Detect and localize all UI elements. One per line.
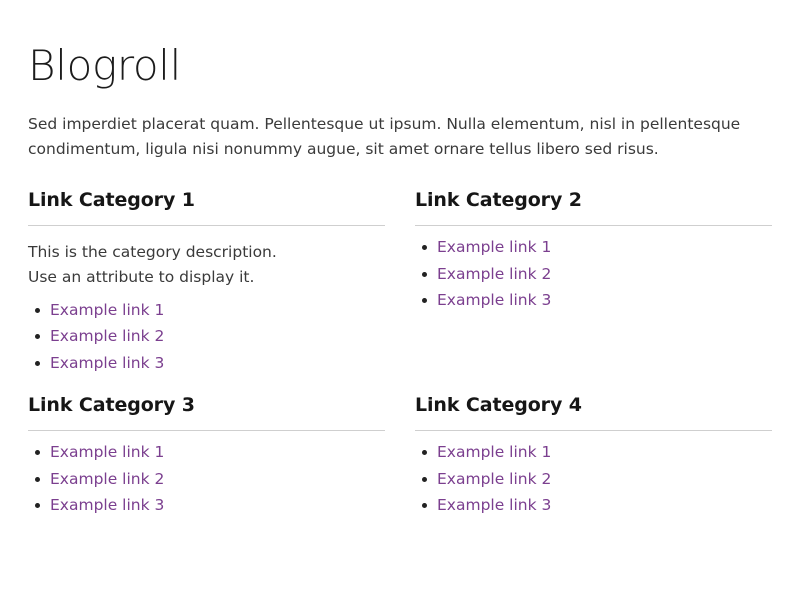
category-description: This is the category description. Use an…: [28, 243, 277, 287]
list-item: Example link 3: [415, 496, 772, 515]
category-link-list: Example link 1 Example link 2 Example li…: [28, 443, 385, 515]
list-item: Example link 1: [415, 443, 772, 462]
bullet-icon: [422, 476, 427, 482]
bullet-icon: [422, 503, 427, 509]
list-item: Example link 2: [28, 327, 385, 346]
list-item: Example link 2: [415, 470, 772, 489]
category-divider: [28, 225, 385, 227]
blogroll-link[interactable]: Example link 3: [437, 291, 551, 309]
list-item: Example link 2: [28, 470, 385, 489]
bullet-icon: [35, 476, 40, 482]
link-category-2: Link Category 2 Example link 1 Example l…: [415, 189, 772, 372]
category-link-list: Example link 1 Example link 2 Example li…: [415, 443, 772, 515]
blogroll-link[interactable]: Example link 2: [437, 265, 551, 283]
blogroll-link[interactable]: Example link 1: [437, 238, 551, 256]
blogroll-link[interactable]: Example link 3: [50, 496, 164, 514]
blogroll-link[interactable]: Example link 2: [50, 470, 164, 488]
list-item: Example link 3: [28, 496, 385, 515]
blogroll-link[interactable]: Example link 2: [437, 470, 551, 488]
category-divider: [28, 430, 385, 432]
category-title: Link Category 1: [28, 189, 195, 212]
category-title: Link Category 2: [415, 189, 582, 212]
bullet-icon: [422, 298, 427, 304]
link-categories-grid: Link Category 1 This is the category des…: [28, 189, 772, 515]
blogroll-link[interactable]: Example link 2: [50, 327, 164, 345]
link-category-3: Link Category 3 Example link 1 Example l…: [28, 394, 385, 515]
category-title: Link Category 4: [415, 394, 582, 417]
blogroll-link[interactable]: Example link 1: [50, 443, 164, 461]
list-item: Example link 1: [415, 238, 772, 257]
category-divider: [415, 225, 772, 227]
list-item: Example link 3: [415, 291, 772, 310]
blogroll-link[interactable]: Example link 1: [50, 301, 164, 319]
list-item: Example link 1: [28, 443, 385, 462]
link-category-1: Link Category 1 This is the category des…: [28, 189, 385, 372]
intro-paragraph: Sed imperdiet placerat quam. Pellentesqu…: [28, 115, 741, 159]
bullet-icon: [35, 360, 40, 366]
bullet-icon: [422, 245, 427, 251]
blogroll-page: Blogroll Sed imperdiet placerat quam. Pe…: [0, 0, 800, 600]
category-link-list: Example link 1 Example link 2 Example li…: [28, 301, 385, 373]
list-item: Example link 3: [28, 354, 385, 373]
bullet-icon: [422, 450, 427, 456]
page-title: Blogroll: [28, 41, 182, 90]
bullet-icon: [35, 334, 40, 340]
bullet-icon: [35, 503, 40, 509]
list-item: Example link 2: [415, 265, 772, 284]
blogroll-link[interactable]: Example link 3: [437, 496, 551, 514]
category-link-list: Example link 1 Example link 2 Example li…: [415, 238, 772, 310]
link-category-4: Link Category 4 Example link 1 Example l…: [415, 394, 772, 515]
list-item: Example link 1: [28, 301, 385, 320]
category-title: Link Category 3: [28, 394, 195, 417]
blogroll-link[interactable]: Example link 3: [50, 354, 164, 372]
bullet-icon: [35, 307, 40, 313]
bullet-icon: [422, 271, 427, 277]
category-divider: [415, 430, 772, 432]
blogroll-link[interactable]: Example link 1: [437, 443, 551, 461]
bullet-icon: [35, 450, 40, 456]
